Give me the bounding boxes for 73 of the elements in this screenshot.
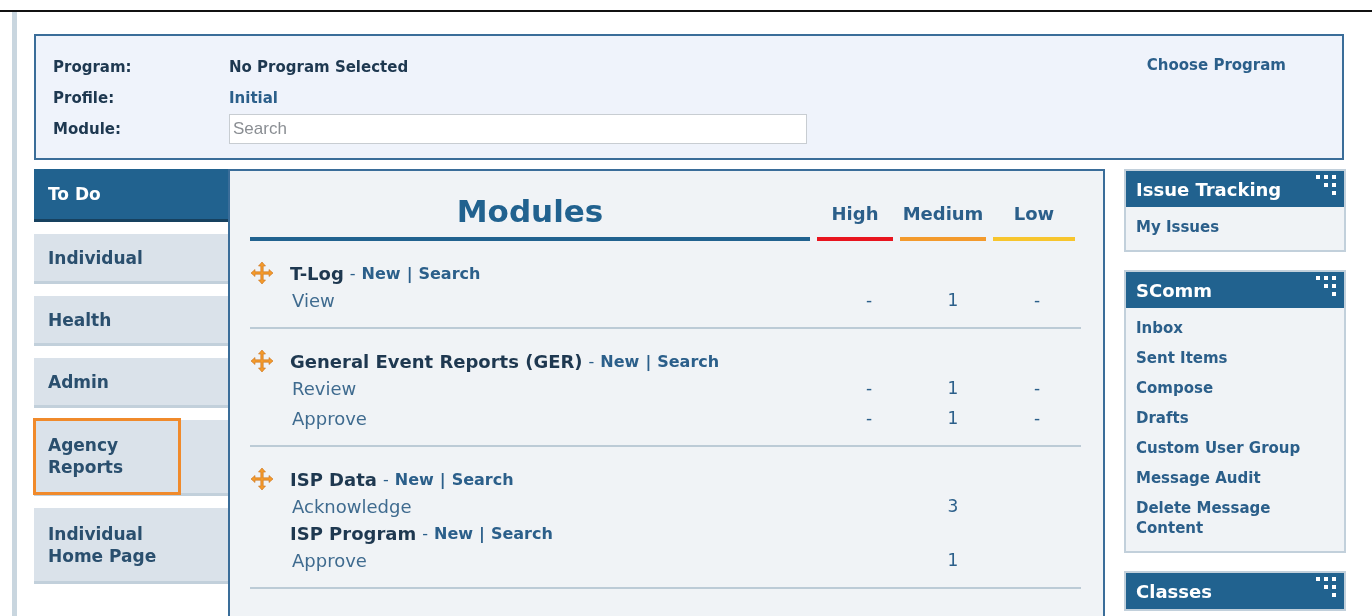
panel-link[interactable]: Inbox: [1136, 314, 1336, 344]
separator: |: [645, 351, 652, 371]
nav-tab[interactable]: Health: [34, 296, 228, 346]
count-cell: -: [865, 378, 873, 398]
module-title: T-Log: [290, 262, 344, 284]
nav-tab[interactable]: Individual Home Page: [34, 508, 228, 584]
panel-title: SComm: [1136, 279, 1213, 301]
separator: |: [406, 263, 413, 283]
separator: |: [439, 469, 446, 489]
nav-tab-label: To Do: [48, 183, 101, 205]
task-link[interactable]: Approve: [292, 407, 827, 429]
field-label: Profile:: [53, 89, 116, 107]
nav-tab[interactable]: To Do: [34, 169, 228, 222]
nav-tab[interactable]: Admin: [34, 358, 228, 408]
grip-icon[interactable]: [1316, 276, 1336, 296]
panel-link[interactable]: Sent Items: [1136, 344, 1336, 374]
field-label: Program:: [53, 58, 133, 76]
count-cell: -: [1033, 290, 1041, 310]
panel-link[interactable]: My Issues: [1136, 213, 1336, 242]
count-cell: 1: [947, 408, 959, 428]
nav-tab-label: Individual Home Page: [48, 522, 158, 567]
field-value: No Program Selected: [229, 58, 409, 76]
count-cell: -: [865, 408, 873, 428]
nav-tab-label: Individual: [48, 246, 143, 269]
nav-tab-label: Agency Reports: [36, 421, 178, 492]
count-cell: 1: [947, 290, 959, 310]
separator: -: [422, 523, 428, 543]
separator: -: [588, 351, 595, 371]
count-cell: -: [1033, 378, 1041, 398]
count-cell: -: [865, 290, 873, 310]
column-header: Low: [993, 203, 1075, 241]
nav-tab[interactable]: Individual: [34, 234, 228, 284]
count-cell: -: [1033, 408, 1041, 428]
panel-link[interactable]: Compose: [1136, 374, 1336, 404]
module-title: ISP Program: [290, 522, 417, 544]
separator: -: [382, 469, 389, 489]
module-link[interactable]: Search: [451, 469, 514, 489]
module-title: ISP Data: [290, 468, 377, 490]
nav-tab-label: Admin: [48, 370, 109, 393]
count-cell: 1: [947, 378, 959, 398]
nav-tab-label: Health: [48, 308, 112, 331]
module-link[interactable]: New: [600, 351, 640, 371]
panel-link[interactable]: Custom User Group: [1136, 434, 1336, 464]
grip-icon[interactable]: [1316, 577, 1336, 597]
choose-program-link[interactable]: Choose Program: [1146, 56, 1286, 78]
module-link[interactable]: Search: [657, 351, 720, 371]
module-title: General Event Reports (GER): [290, 350, 583, 372]
module-link[interactable]: Search: [490, 523, 553, 543]
modules-title: Modules: [456, 193, 604, 229]
task-link[interactable]: Approve: [292, 549, 827, 571]
count-cell: 1: [947, 550, 959, 570]
grip-icon[interactable]: [1316, 175, 1336, 195]
panel-title: Issue Tracking: [1136, 178, 1282, 200]
separator: |: [479, 523, 485, 543]
field-label: Module:: [53, 120, 122, 138]
count-cell: 3: [947, 496, 959, 516]
task-link[interactable]: Acknowledge: [292, 495, 827, 517]
module-link[interactable]: New: [434, 523, 474, 543]
panel-link[interactable]: Drafts: [1136, 404, 1336, 434]
module-link[interactable]: New: [394, 469, 434, 489]
search-field[interactable]: Search: [229, 114, 807, 144]
column-header: Medium: [900, 203, 986, 241]
module-link[interactable]: New: [361, 263, 401, 283]
column-header: High: [817, 203, 893, 241]
task-link[interactable]: View: [292, 289, 827, 311]
panel-link[interactable]: Delete Message Content: [1136, 494, 1336, 543]
module-link[interactable]: Search: [418, 263, 481, 283]
panel-link[interactable]: Message Audit: [1136, 464, 1336, 494]
field-value: Initial: [229, 89, 278, 107]
separator: -: [349, 263, 356, 283]
nav-tab[interactable]: Agency Reports: [34, 420, 228, 496]
task-link[interactable]: Review: [292, 377, 827, 399]
panel-title: Classes: [1136, 580, 1212, 602]
